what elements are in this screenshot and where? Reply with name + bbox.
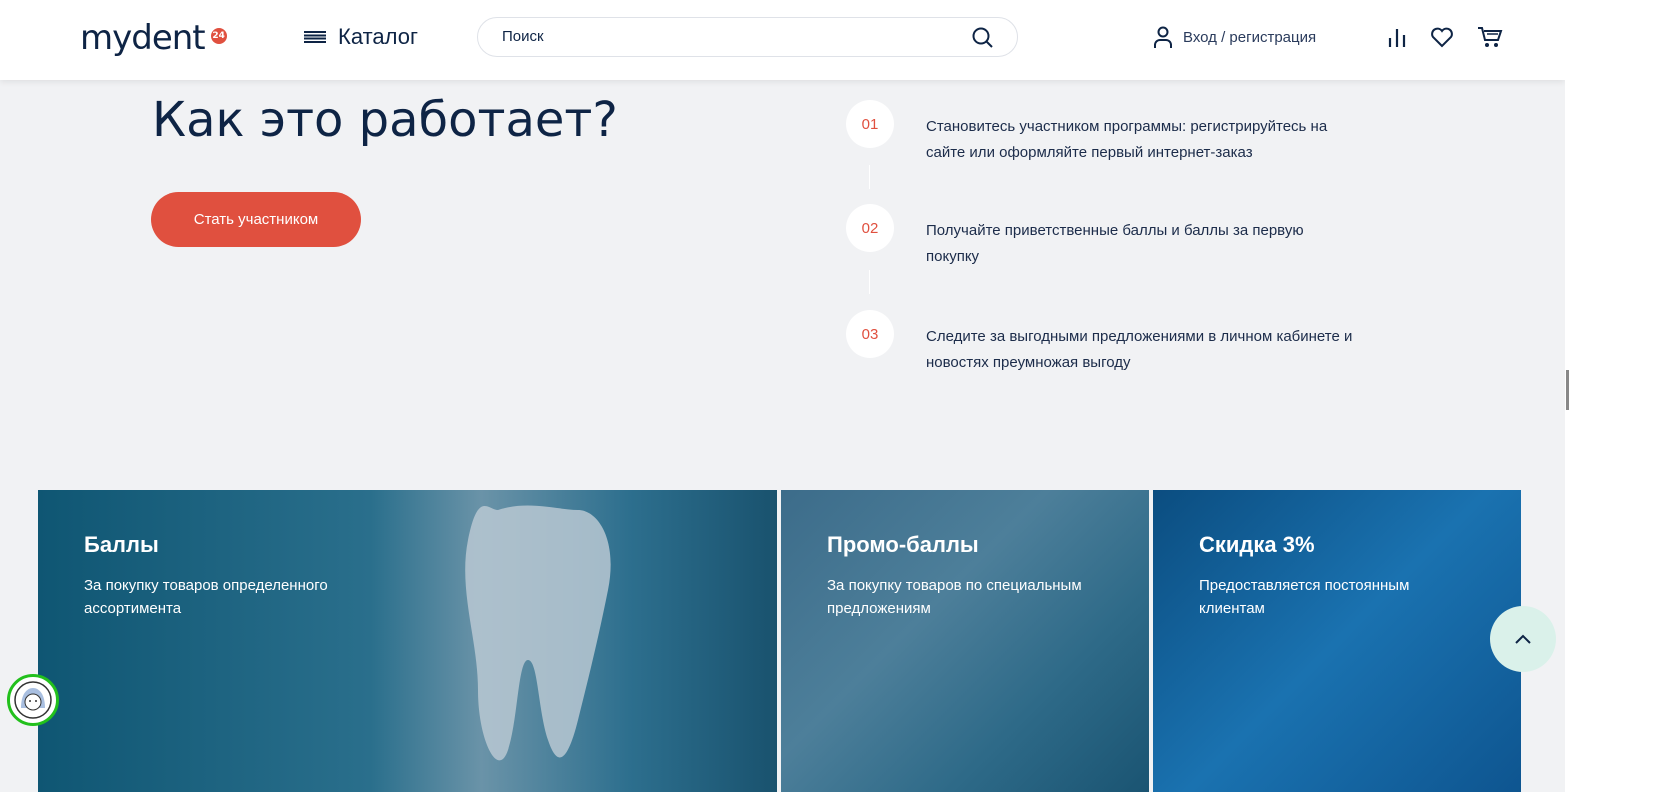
- step-text: Получайте приветственные баллы и баллы з…: [926, 222, 1304, 265]
- step-text: Становитесь участником программы: регист…: [926, 118, 1328, 161]
- page: mydent24 Каталог Вход / регистрация Как …: [0, 0, 1565, 792]
- section-title: Как это работает?: [152, 92, 618, 148]
- scroll-to-top-button[interactable]: [1490, 606, 1556, 672]
- step-number: 02: [846, 204, 894, 252]
- step-divider: [869, 165, 870, 189]
- scrollbar-thumb[interactable]: [1566, 370, 1569, 410]
- step-number: 03: [846, 310, 894, 358]
- step-divider: [869, 270, 870, 294]
- become-member-button[interactable]: Стать участником: [151, 192, 361, 247]
- step-item: 02 Получайте приветственные баллы и баллы…: [846, 204, 1304, 265]
- card-title: Баллы: [84, 532, 159, 557]
- card-discount: Скидка 3% Предоставляется постоянным кли…: [1153, 490, 1521, 792]
- catalog-button[interactable]: Каталог: [304, 24, 418, 50]
- step-item: 01 Становитесь участником программы: реги…: [846, 100, 1327, 161]
- site-header: mydent24 Каталог Вход / регистрация: [0, 0, 1565, 80]
- card-title: Скидка 3%: [1199, 532, 1315, 557]
- card-text: Предоставляется постоянным клиентам: [1199, 577, 1410, 617]
- scrollbar[interactable]: [1565, 0, 1680, 792]
- menu-icon: [304, 31, 326, 43]
- search-input[interactable]: [502, 28, 962, 45]
- card-text: За покупку товаров определенного ассорти…: [84, 577, 328, 617]
- search-icon[interactable]: [971, 26, 995, 50]
- card-promo-points: Промо-баллы За покупку товаров по специа…: [781, 490, 1149, 792]
- chevron-up-icon: [1515, 634, 1531, 644]
- step-number: 01: [846, 100, 894, 148]
- step-item: 03 Следите за выгодными предложениями в л…: [846, 310, 1352, 371]
- login-label: Вход / регистрация: [1183, 28, 1317, 46]
- card-text: За покупку товаров по специальным предло…: [827, 577, 1082, 617]
- tooth-image: [465, 505, 611, 761]
- logo[interactable]: mydent 24: [80, 18, 227, 58]
- login-link[interactable]: Вход / регистрация: [1153, 26, 1316, 48]
- user-icon: [1154, 26, 1172, 48]
- card-title: Промо-баллы: [827, 532, 979, 557]
- support-agent-icon: [14, 681, 52, 719]
- search-box: [477, 17, 1018, 57]
- logo-badge: 24: [210, 28, 227, 44]
- catalog-label: Каталог: [338, 24, 418, 49]
- logo-text: mydent: [80, 18, 206, 58]
- heart-icon[interactable]: [1430, 26, 1454, 48]
- compare-icon[interactable]: [1388, 26, 1406, 48]
- card-points: Баллы За покупку товаров определенного а…: [38, 490, 777, 792]
- step-text: Следите за выгодными предложениями в лич…: [926, 328, 1353, 371]
- support-chat-button[interactable]: [7, 674, 59, 726]
- cart-icon[interactable]: [1477, 26, 1503, 48]
